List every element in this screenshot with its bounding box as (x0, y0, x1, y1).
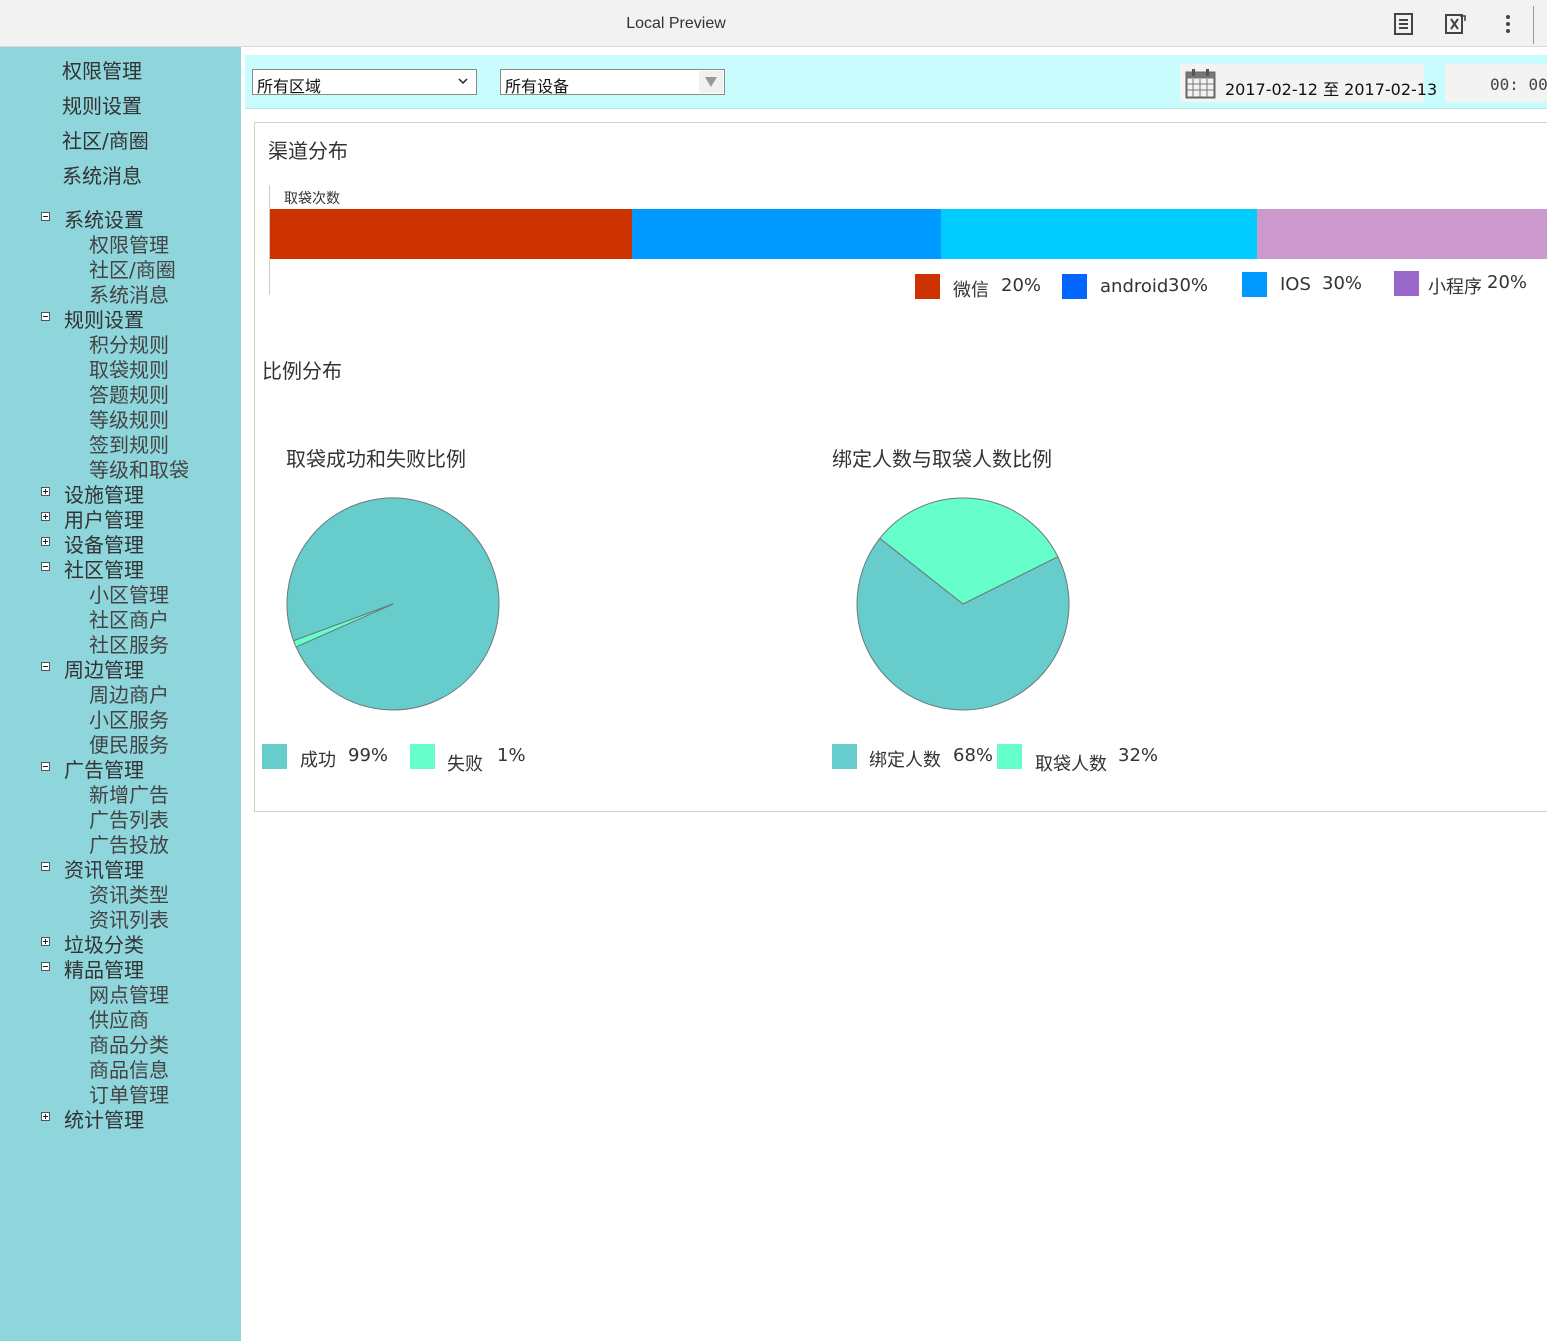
excel-export-icon[interactable] (1443, 12, 1467, 36)
time-range-picker[interactable]: 00: 00- (1445, 64, 1547, 102)
legend-label-4: 小程序 (1428, 277, 1482, 298)
filter-bar: 所有区域 所有设备 2017-02-12 至 2017-02-13 00: 00 (245, 55, 1547, 109)
legend-value-2: 30% (1168, 275, 1209, 296)
pie-1-legend-swatch-1 (262, 744, 287, 769)
channel-section-title: 渠道分布 (268, 139, 348, 163)
collapse-toggle-icon[interactable] (41, 662, 50, 671)
collapse-toggle-icon[interactable] (41, 862, 50, 871)
pie-2-legend-swatch-2 (997, 744, 1022, 769)
sidebar-top-link-2[interactable]: 规则设置 (62, 90, 142, 119)
date-range-picker[interactable]: 2017-02-12 至 2017-02-13 (1180, 64, 1437, 102)
expand-toggle-icon[interactable] (41, 537, 50, 546)
pie-2-legend-value-1: 68% (953, 745, 994, 766)
pie-1-legend-value-1: 99% (348, 745, 389, 766)
device-select-value: 所有设备 (505, 77, 570, 96)
sidebar-top-link-3[interactable]: 社区/商圈 (62, 125, 149, 154)
legend-value-3: 30% (1322, 273, 1363, 294)
more-vertical-icon[interactable] (1496, 12, 1520, 36)
collapse-toggle-icon[interactable] (41, 562, 50, 571)
title-bar: Local Preview (0, 0, 1547, 47)
region-select-value: 所有区域 (257, 77, 322, 96)
pie-1-legend-label-1: 成功 (300, 750, 336, 771)
pie-chart-bound-vs-taken (856, 497, 1070, 711)
sidebar: 权限管理 规则设置 社区/商圈 系统消息 系统设置 权限管理 社区/商圈 系统消息 规则设置积… (0, 47, 241, 1341)
channel-chart-ylabel: 取袋次数 (284, 191, 340, 207)
bar-segment-1 (270, 209, 632, 259)
legend-swatch-4 (1394, 271, 1419, 296)
title-bar-divider (1533, 6, 1534, 44)
chevron-down-icon (458, 78, 468, 85)
time-range-value: 00: 00- (1490, 75, 1547, 94)
window-title: Local Preview (626, 15, 726, 32)
pie-chart-2-title: 绑定人数与取袋人数比例 (832, 447, 1052, 471)
pie-1-legend-value-2: 1% (497, 745, 526, 766)
channel-stacked-bar (270, 209, 1547, 259)
pie-2-legend-value-2: 32% (1118, 745, 1159, 766)
collapse-toggle-icon[interactable] (41, 212, 50, 221)
expand-toggle-icon[interactable] (41, 1112, 50, 1121)
collapse-toggle-icon[interactable] (41, 762, 50, 771)
document-icon[interactable] (1392, 12, 1416, 36)
expand-toggle-icon[interactable] (41, 487, 50, 496)
bar-segment-3 (941, 209, 1257, 259)
device-select[interactable]: 所有设备 (500, 69, 725, 96)
legend-label-1: 微信 (953, 280, 989, 301)
device-select-dropdown-button[interactable] (699, 71, 723, 93)
date-range-value: 2017-02-12 至 2017-02-13 (1225, 80, 1438, 99)
legend-swatch-3 (1242, 272, 1267, 297)
legend-label-3: IOS (1280, 274, 1311, 295)
pie-2-legend-label-1: 绑定人数 (869, 750, 941, 771)
ratio-section-title: 比例分布 (262, 359, 342, 383)
triangle-down-icon (705, 77, 717, 87)
legend-value-4: 20% (1487, 272, 1528, 293)
pie-2-legend-swatch-1 (832, 744, 857, 769)
legend-label-2: android (1100, 276, 1169, 297)
collapse-toggle-icon[interactable] (41, 962, 50, 971)
tree-group-label[interactable]: 统计管理 (64, 1104, 144, 1133)
region-select[interactable]: 所有区域 (252, 69, 477, 96)
collapse-toggle-icon[interactable] (41, 312, 50, 321)
bar-segment-4 (1257, 209, 1547, 259)
legend-swatch-1 (915, 274, 940, 299)
legend-value-1: 20% (1001, 275, 1042, 296)
sidebar-top-link-4[interactable]: 系统消息 (62, 160, 142, 189)
sidebar-top-link-1[interactable]: 权限管理 (62, 55, 142, 84)
expand-toggle-icon[interactable] (41, 937, 50, 946)
pie-2-legend-label-2: 取袋人数 (1035, 754, 1107, 775)
pie-chart-1-title: 取袋成功和失败比例 (286, 447, 466, 471)
pie-1-legend-swatch-2 (410, 744, 435, 769)
pie-1-legend-label-2: 失败 (447, 754, 483, 775)
calendar-icon (1185, 69, 1216, 99)
legend-swatch-2 (1062, 274, 1087, 299)
pie-chart-success-failure (286, 497, 500, 711)
bar-segment-2 (632, 209, 941, 259)
expand-toggle-icon[interactable] (41, 512, 50, 521)
